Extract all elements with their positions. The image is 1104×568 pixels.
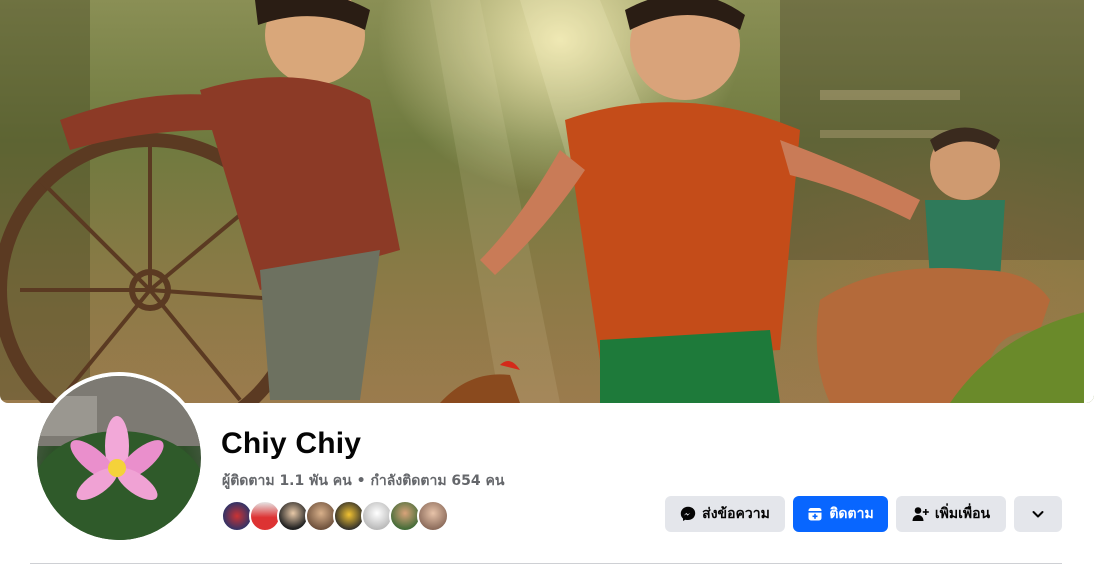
- message-button[interactable]: ส่งข้อความ: [665, 496, 785, 532]
- message-button-label: ส่งข้อความ: [702, 506, 770, 522]
- following-count-link[interactable]: กำลังติดตาม 654 คน: [370, 473, 504, 489]
- messenger-icon: [680, 506, 696, 521]
- add-friend-button[interactable]: เพิ่มเพื่อน: [896, 496, 1006, 532]
- followers-count-link[interactable]: ผู้ติดตาม 1.1 พัน คน: [222, 473, 352, 489]
- chevron-down-icon: [1032, 511, 1044, 518]
- follow-button-label: ติดตาม: [829, 506, 874, 522]
- friend-avatar[interactable]: [417, 500, 449, 532]
- cover-illustration: [0, 0, 1094, 403]
- add-friend-button-label: เพิ่มเพื่อน: [934, 506, 991, 522]
- lotus-flower-image: [37, 376, 201, 540]
- friends-avatar-row: [221, 500, 461, 532]
- more-options-button[interactable]: [1014, 496, 1062, 532]
- add-friend-icon: [912, 507, 929, 521]
- profile-avatar[interactable]: [33, 372, 205, 544]
- stats-separator: •: [356, 473, 366, 489]
- cover-photo[interactable]: [0, 0, 1094, 403]
- header-divider: [30, 563, 1062, 564]
- follow-icon: [808, 508, 822, 521]
- follow-button[interactable]: ติดตาม: [793, 496, 888, 532]
- profile-name: Chiy Chiy: [221, 427, 362, 460]
- profile-stats: ผู้ติดตาม 1.1 พัน คน • กำลังติดตาม 654 ค…: [222, 470, 504, 492]
